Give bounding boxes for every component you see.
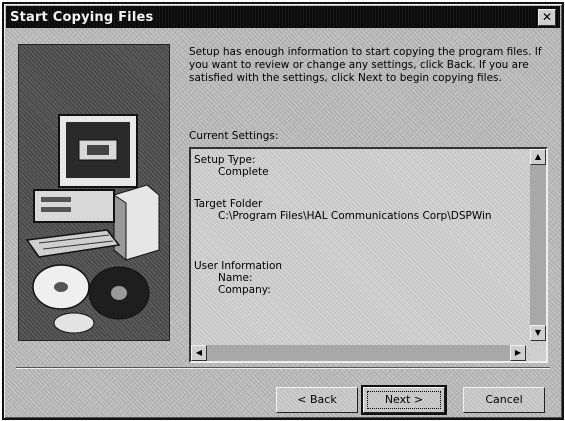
separator xyxy=(16,367,550,369)
target-folder-value: C:\Program Files\HAL Communications Corp… xyxy=(218,210,492,222)
chevron-right-icon: ▶ xyxy=(514,348,522,357)
scroll-right-button[interactable]: ▶ xyxy=(510,345,526,361)
setup-dialog: Start Copying Files ✕ Setup has enough i… xyxy=(2,2,564,420)
cd-disc-icon xyxy=(32,264,150,334)
back-button[interactable]: < Back xyxy=(276,387,358,413)
settings-listbox[interactable]: Setup Type: Complete Target Folder C:\Pr… xyxy=(189,147,548,363)
next-button-label: Next > xyxy=(367,391,441,409)
cancel-button[interactable]: Cancel xyxy=(463,387,545,413)
chevron-left-icon: ◀ xyxy=(195,348,203,357)
scrollbar-corner xyxy=(530,345,546,361)
computer-icon xyxy=(25,114,160,334)
title-bar[interactable]: Start Copying Files ✕ xyxy=(6,6,560,28)
horizontal-scrollbar[interactable]: ◀ ▶ xyxy=(191,345,526,361)
target-folder-label: Target Folder xyxy=(194,198,263,210)
close-button[interactable]: ✕ xyxy=(538,9,556,26)
setup-type-label: Setup Type: xyxy=(194,154,256,166)
settings-content: Setup Type: Complete Target Folder C:\Pr… xyxy=(194,152,524,338)
setup-artwork xyxy=(18,44,170,341)
user-info-label: User Information xyxy=(194,260,283,272)
intro-text: Setup has enough information to start co… xyxy=(189,46,542,84)
scroll-up-button[interactable]: ▲ xyxy=(530,149,546,165)
name-label: Name: xyxy=(218,272,253,284)
scroll-left-button[interactable]: ◀ xyxy=(191,345,207,361)
scroll-down-button[interactable]: ▼ xyxy=(530,325,546,341)
chevron-up-icon: ▲ xyxy=(534,152,542,161)
chevron-down-icon: ▼ xyxy=(534,328,542,337)
window-title: Start Copying Files xyxy=(10,9,154,25)
current-settings-label: Current Settings: xyxy=(189,130,279,142)
vertical-scrollbar[interactable]: ▲ ▼ xyxy=(530,149,546,341)
company-label: Company: xyxy=(218,284,271,296)
close-icon: ✕ xyxy=(541,10,553,24)
setup-type-value: Complete xyxy=(218,166,269,178)
next-button[interactable]: Next > xyxy=(361,385,447,415)
